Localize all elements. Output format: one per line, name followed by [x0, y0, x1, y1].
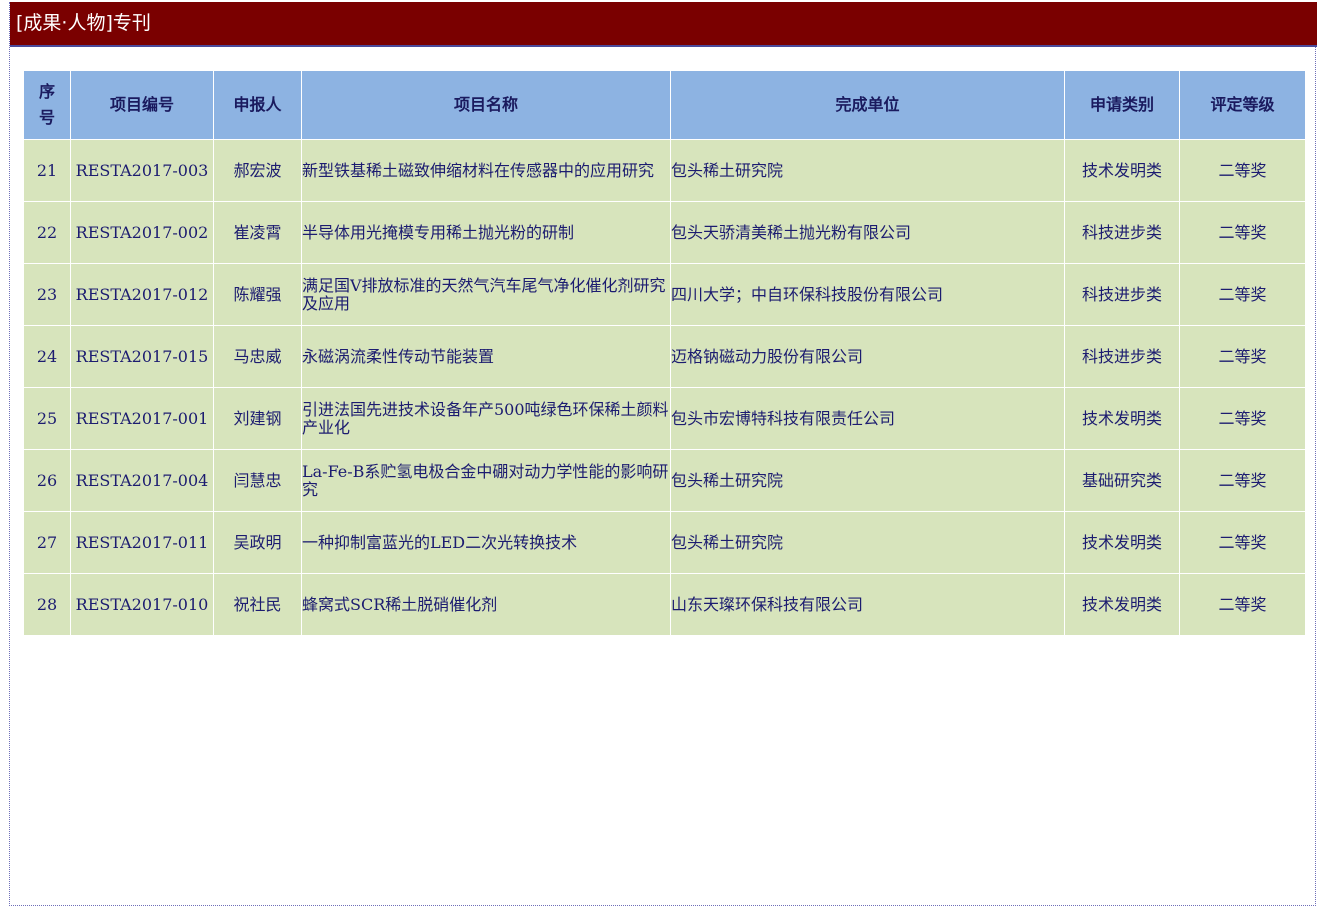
- table-row: 28 RESTA2017-010 祝社民 蜂窝式SCR稀土脱硝催化剂 山东天璨环保科技有…: [23, 573, 1306, 636]
- section-header: [成果·人物]专刊: [10, 2, 1317, 47]
- cell-grade: 二等奖: [1179, 263, 1306, 326]
- cell-project-code: RESTA2017-015: [70, 325, 214, 388]
- cell-project-code: RESTA2017-004: [70, 449, 214, 512]
- table-row: 25 RESTA2017-001 刘建钢 引进法国先进技术设备年产500吨绿色环保稀土…: [23, 387, 1306, 450]
- cell-seq: 25: [23, 387, 71, 450]
- cell-applicant: 陈耀强: [213, 263, 302, 326]
- cell-project-name: 新型铁基稀土磁致伸缩材料在传感器中的应用研究: [301, 139, 671, 202]
- cell-category: 基础研究类: [1064, 449, 1180, 512]
- cell-applicant: 祝社民: [213, 573, 302, 636]
- table-row: 23 RESTA2017-012 陈耀强 满足国V排放标准的天然气汽车尾气净化催化剂研…: [23, 263, 1306, 326]
- cell-project-name: 蜂窝式SCR稀土脱硝催化剂: [301, 573, 671, 636]
- cell-applicant: 刘建钢: [213, 387, 302, 450]
- cell-unit: 迈格钠磁动力股份有限公司: [670, 325, 1065, 388]
- cell-seq: 27: [23, 511, 71, 574]
- table-row: 22 RESTA2017-002 崔凌霄 半导体用光掩模专用稀土抛光粉的研制 包头天骄清…: [23, 201, 1306, 264]
- awards-table: 序号 项目编号 申报人 项目名称 完成单位 申请类别 评定等级 21 RESTA2…: [23, 70, 1306, 636]
- cell-category: 技术发明类: [1064, 573, 1180, 636]
- cell-category: 技术发明类: [1064, 511, 1180, 574]
- cell-project-code: RESTA2017-011: [70, 511, 214, 574]
- cell-category: 科技进步类: [1064, 201, 1180, 264]
- cell-grade: 二等奖: [1179, 573, 1306, 636]
- cell-seq: 21: [23, 139, 71, 202]
- cell-unit: 包头稀土研究院: [670, 449, 1065, 512]
- cell-applicant: 郝宏波: [213, 139, 302, 202]
- cell-grade: 二等奖: [1179, 387, 1306, 450]
- cell-project-code: RESTA2017-002: [70, 201, 214, 264]
- cell-project-name: 一种抑制富蓝光的LED二次光转换技术: [301, 511, 671, 574]
- cell-seq: 23: [23, 263, 71, 326]
- cell-applicant: 马忠威: [213, 325, 302, 388]
- column-header-category: 申请类别: [1064, 70, 1180, 140]
- cell-unit: 山东天璨环保科技有限公司: [670, 573, 1065, 636]
- column-header-project-name: 项目名称: [301, 70, 671, 140]
- cell-seq: 24: [23, 325, 71, 388]
- section-title: [成果·人物]专刊: [16, 12, 151, 34]
- cell-category: 技术发明类: [1064, 139, 1180, 202]
- cell-category: 科技进步类: [1064, 263, 1180, 326]
- cell-grade: 二等奖: [1179, 325, 1306, 388]
- cell-unit: 包头稀土研究院: [670, 511, 1065, 574]
- column-header-applicant: 申报人: [213, 70, 302, 140]
- cell-project-name: 半导体用光掩模专用稀土抛光粉的研制: [301, 201, 671, 264]
- cell-unit: 包头稀土研究院: [670, 139, 1065, 202]
- cell-applicant: 崔凌霄: [213, 201, 302, 264]
- cell-grade: 二等奖: [1179, 139, 1306, 202]
- cell-project-name: 引进法国先进技术设备年产500吨绿色环保稀土颜料产业化: [301, 387, 671, 450]
- table-row: 21 RESTA2017-003 郝宏波 新型铁基稀土磁致伸缩材料在传感器中的应用研究…: [23, 139, 1306, 202]
- cell-unit: 包头市宏博特科技有限责任公司: [670, 387, 1065, 450]
- cell-project-code: RESTA2017-001: [70, 387, 214, 450]
- cell-project-name: 满足国V排放标准的天然气汽车尾气净化催化剂研究及应用: [301, 263, 671, 326]
- cell-applicant: 吴政明: [213, 511, 302, 574]
- cell-unit: 四川大学；中自环保科技股份有限公司: [670, 263, 1065, 326]
- table-row: 24 RESTA2017-015 马忠威 永磁涡流柔性传动节能装置 迈格钠磁动力股份有限…: [23, 325, 1306, 388]
- column-header-unit: 完成单位: [670, 70, 1065, 140]
- cell-grade: 二等奖: [1179, 449, 1306, 512]
- cell-project-code: RESTA2017-003: [70, 139, 214, 202]
- column-header-code: 项目编号: [70, 70, 214, 140]
- table-header-row: 序号 项目编号 申报人 项目名称 完成单位 申请类别 评定等级: [23, 70, 1306, 140]
- table-row: 26 RESTA2017-004 闫慧忠 La-Fe-B系贮氢电极合金中硼对动力学性能…: [23, 449, 1306, 512]
- cell-category: 科技进步类: [1064, 325, 1180, 388]
- table-row: 27 RESTA2017-011 吴政明 一种抑制富蓝光的LED二次光转换技术 包头稀土…: [23, 511, 1306, 574]
- cell-grade: 二等奖: [1179, 511, 1306, 574]
- cell-project-name: La-Fe-B系贮氢电极合金中硼对动力学性能的影响研究: [301, 449, 671, 512]
- column-header-grade: 评定等级: [1179, 70, 1306, 140]
- cell-project-code: RESTA2017-012: [70, 263, 214, 326]
- cell-applicant: 闫慧忠: [213, 449, 302, 512]
- cell-project-name: 永磁涡流柔性传动节能装置: [301, 325, 671, 388]
- cell-seq: 28: [23, 573, 71, 636]
- cell-grade: 二等奖: [1179, 201, 1306, 264]
- cell-project-code: RESTA2017-010: [70, 573, 214, 636]
- cell-unit: 包头天骄清美稀土抛光粉有限公司: [670, 201, 1065, 264]
- cell-category: 技术发明类: [1064, 387, 1180, 450]
- cell-seq: 22: [23, 201, 71, 264]
- column-header-seq: 序号: [23, 70, 71, 140]
- cell-seq: 26: [23, 449, 71, 512]
